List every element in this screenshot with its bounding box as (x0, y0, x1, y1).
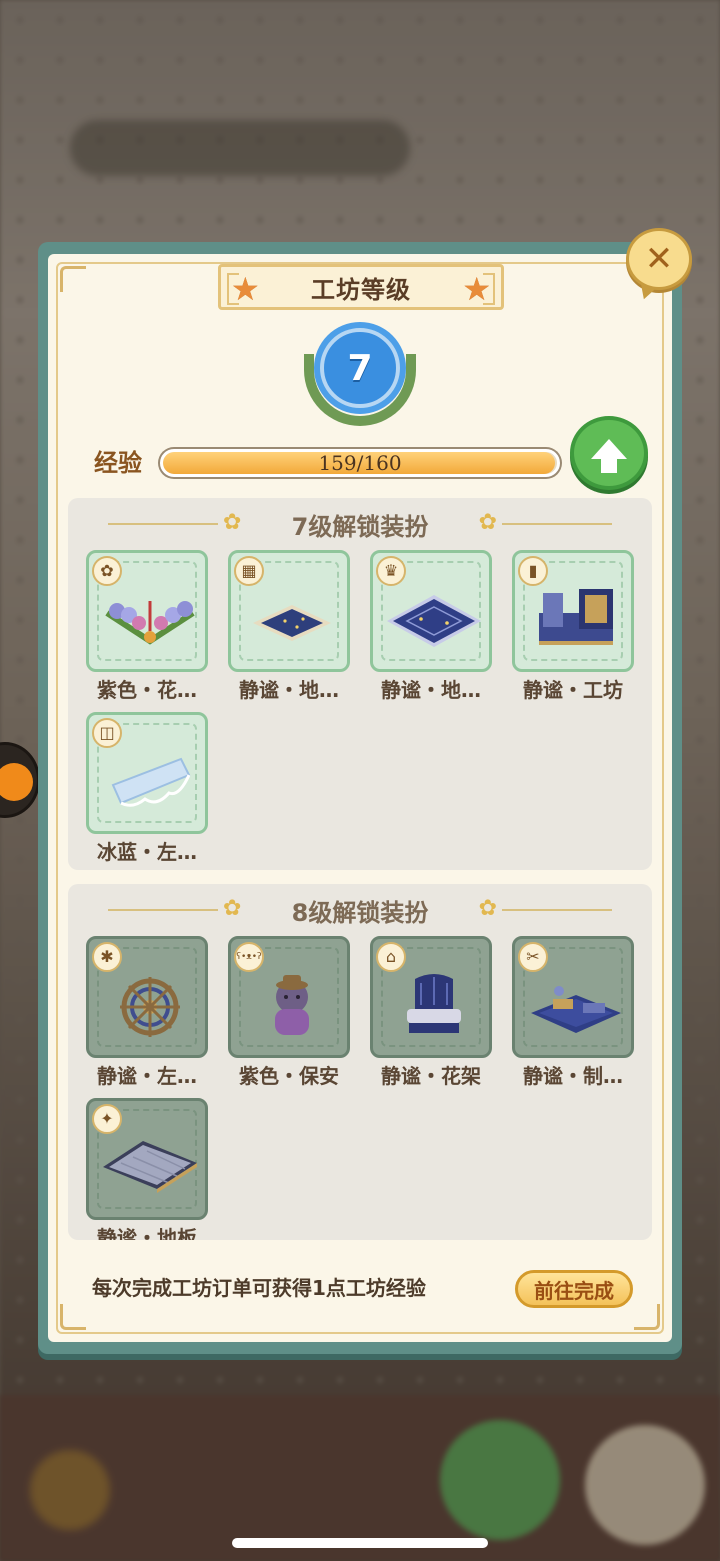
corner-ornament (634, 1304, 660, 1330)
corner-ornament (60, 1304, 86, 1330)
chair-icon: ⌂ (376, 942, 406, 972)
decor-card[interactable]: ♛ (370, 550, 492, 672)
ship-wheel-art (120, 977, 180, 1037)
flower-bed-art (105, 601, 195, 645)
star-icon: ★ (231, 270, 260, 308)
decor-card[interactable]: ʕ•ᴥ•ʔ (228, 936, 350, 1058)
decor-card-label: 紫色・保安 (239, 1064, 339, 1088)
flower-icon: ✿ (223, 896, 242, 921)
section-title: 8级解锁装扮 (291, 898, 429, 927)
curtain-art (111, 757, 191, 807)
decor-card-label: 静谧・花架 (381, 1064, 481, 1088)
exp-value: 159/160 (318, 451, 402, 475)
level-badge: 7 (302, 324, 418, 428)
home-indicator[interactable] (232, 1538, 488, 1548)
decor-card[interactable]: ✿ (86, 550, 208, 672)
decor-card[interactable]: ✂ (512, 936, 634, 1058)
flower-bed-icon: ✿ (92, 556, 122, 586)
decor-card-label: 紫色・花… (97, 678, 197, 702)
dialog-title: 工坊等级 (311, 275, 411, 304)
decor-card-label: 静谧・左… (97, 1064, 197, 1088)
decor-card-label: 冰蓝・左… (97, 840, 197, 864)
crafting-table-art (531, 986, 621, 1033)
star-icon: ★ (462, 270, 491, 308)
decor-card-label: 静谧・地板 (97, 1226, 197, 1240)
divider (108, 523, 218, 525)
section-title: 7级解锁装扮 (291, 512, 429, 541)
paint-roller-icon: ▮ (518, 556, 548, 586)
exp-label: 经验 (94, 449, 142, 477)
bear-guard-art (275, 975, 309, 1035)
corner-ornament (60, 266, 86, 292)
decor-card-label: 静谧・工坊 (523, 678, 623, 702)
divider (502, 909, 612, 911)
decor-card[interactable]: ◫ (86, 712, 208, 834)
decor-card-label: 静谧・地… (239, 678, 339, 702)
floor-icon: ✦ (92, 1104, 122, 1134)
close-icon: ✕ (644, 239, 674, 279)
go-complete-button[interactable]: 前往完成 (515, 1270, 633, 1308)
large-rug-art (387, 595, 481, 647)
decor-card-label: 静谧・地… (381, 678, 481, 702)
flower-icon: ✿ (223, 510, 242, 535)
level-number: 7 (347, 347, 373, 389)
floor-art (103, 1141, 197, 1193)
decor-card[interactable]: ▮ (512, 550, 634, 672)
teddy-bear-icon: ʕ•ᴥ•ʔ (234, 942, 264, 972)
close-button[interactable]: ✕ (626, 228, 692, 290)
divider (108, 909, 218, 911)
gear-icon: 7 (320, 328, 400, 408)
rug-icon: ▦ (234, 556, 264, 586)
crown-rug-icon: ♛ (376, 556, 406, 586)
decor-card[interactable]: ✱ (86, 936, 208, 1058)
wall-decor-icon: ✱ (92, 942, 122, 972)
flower-icon: ✿ (478, 896, 497, 921)
workshop-art (539, 589, 613, 645)
scissors-icon: ✂ (518, 942, 548, 972)
rug-art (253, 605, 331, 641)
curtain-icon: ◫ (92, 718, 122, 748)
section-header: ✿ 7级解锁装扮 ✿ (68, 498, 652, 550)
decor-card[interactable]: ✦ (86, 1098, 208, 1220)
flower-icon: ✿ (478, 510, 497, 535)
decor-card-label: 静谧・制… (523, 1064, 623, 1088)
exp-progress-bar: 159/160 (160, 449, 560, 477)
exp-hint-text: 每次完成工坊订单可获得1点工坊经验 (92, 1276, 426, 1300)
divider (502, 523, 612, 525)
upgrade-button[interactable] (570, 416, 648, 490)
title-ribbon: ★ 工坊等级 ★ (218, 264, 504, 310)
arrow-up-icon (591, 439, 627, 473)
flower-stand-art (407, 974, 461, 1033)
section-header: ✿ 8级解锁装扮 ✿ (68, 884, 652, 936)
decor-card[interactable]: ▦ (228, 550, 350, 672)
decor-card[interactable]: ⌂ (370, 936, 492, 1058)
